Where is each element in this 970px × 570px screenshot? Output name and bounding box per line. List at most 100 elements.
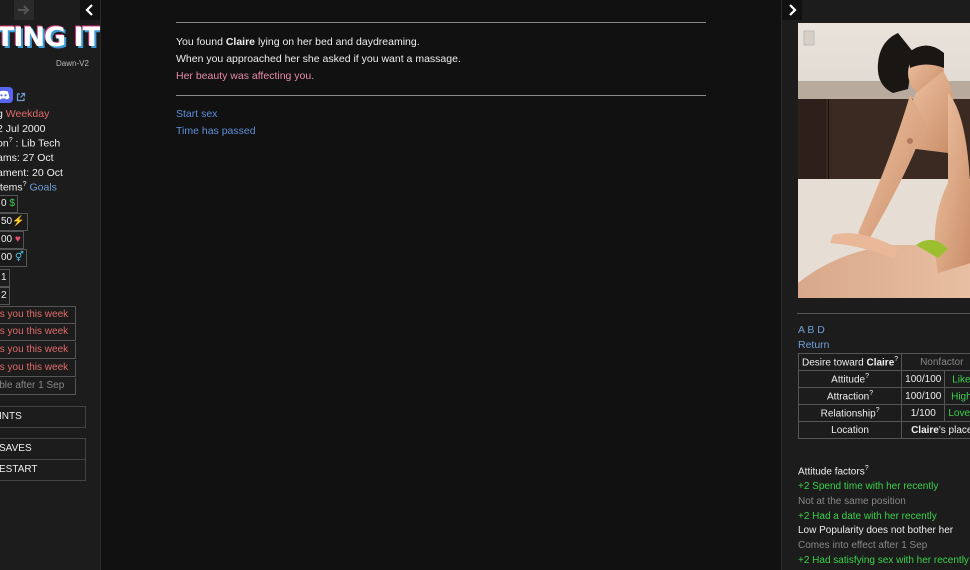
desire-label: Desire toward bbox=[802, 357, 867, 369]
chevron-left-icon bbox=[85, 4, 93, 16]
location-label: Location bbox=[797, 421, 903, 439]
libido-stat: 00 ⚥ bbox=[0, 249, 27, 267]
hints-button[interactable]: INTS bbox=[0, 406, 86, 428]
attitude-factor: Comes into effect after 1 Sep bbox=[798, 540, 928, 552]
weekday-prefix: g bbox=[0, 108, 3, 120]
relationship-status: Lovers bbox=[944, 404, 970, 422]
table-row: Location Claire's place bbox=[797, 421, 970, 439]
money-value: 0 bbox=[1, 198, 7, 209]
passage-divider-bottom bbox=[176, 95, 706, 96]
saves-button[interactable]: SAVES bbox=[0, 438, 86, 460]
external-link-icon[interactable] bbox=[16, 92, 26, 105]
counter-box-2: 2 bbox=[0, 287, 10, 305]
abd-links[interactable]: A B D bbox=[798, 324, 825, 336]
left-sidebar: TING IT Dawn-V2 g Weekday 2 Jul 2000 on?… bbox=[0, 0, 101, 570]
relationship-table: Desire toward Claire? Nonfactor Attitude… bbox=[797, 353, 970, 439]
dollar-icon: $ bbox=[9, 198, 15, 209]
story-line-2: When you approached her she asked if you… bbox=[176, 53, 461, 65]
items-help[interactable]: ? bbox=[23, 181, 27, 188]
attitude-value: 100/100 bbox=[901, 370, 946, 388]
attraction-value: 100/100 bbox=[901, 387, 946, 405]
passage-area bbox=[101, 0, 781, 570]
collapse-right-sidebar-button[interactable] bbox=[782, 0, 802, 20]
attitude-factor: Low Popularity does not bother her bbox=[798, 525, 954, 537]
items-line: Items? Goals bbox=[0, 181, 57, 194]
right-sidebar: A B D Return Desire toward Claire? Nonfa… bbox=[781, 0, 970, 570]
location-character-name: Claire bbox=[911, 424, 939, 436]
attitude-status: Like bbox=[952, 374, 970, 386]
game-version: Dawn-V2 bbox=[56, 59, 89, 68]
story-line-1: You found Claire lying on her bed and da… bbox=[176, 36, 420, 48]
attitude-factor: +2 Had a date with her recently bbox=[798, 510, 937, 522]
effect-row: sible after 1 Sep bbox=[0, 378, 76, 395]
energy-value: 50 bbox=[1, 216, 13, 227]
counter-box-1: 1 bbox=[0, 269, 10, 287]
desire-label-cell: Desire toward Claire? bbox=[797, 353, 903, 371]
location-line: on? : Lib Tech bbox=[0, 137, 60, 150]
story-text: You found bbox=[176, 36, 226, 48]
time-passed-link[interactable]: Time has passed bbox=[176, 125, 256, 137]
story-line-3: Her beauty was affecting you. bbox=[176, 70, 315, 82]
location-value-cell: Claire's place bbox=[901, 421, 970, 439]
weekday-line: g Weekday bbox=[0, 108, 49, 120]
desire-help[interactable]: ? bbox=[894, 356, 898, 363]
effect-row: cts you this week bbox=[0, 342, 76, 359]
attraction-status: High bbox=[951, 391, 970, 403]
exams-line: ams: 27 Oct bbox=[0, 152, 54, 164]
passage-divider-top bbox=[176, 22, 706, 23]
relationship-help[interactable]: ? bbox=[876, 407, 880, 414]
attitude-factors-title: Attitude factors? bbox=[798, 465, 869, 477]
health-value: 00 bbox=[1, 234, 13, 245]
saves-label: SAVES bbox=[0, 443, 32, 454]
effect-row: cts you this week bbox=[0, 360, 76, 377]
restart-button[interactable]: ESTART bbox=[0, 459, 86, 481]
heart-icon: ♥ bbox=[14, 234, 21, 245]
collapse-left-sidebar-button[interactable] bbox=[80, 0, 100, 20]
attitude-factor: +2 Had satisfying sex with her recently bbox=[798, 555, 969, 566]
discord-icon[interactable] bbox=[0, 87, 13, 103]
character-name: Claire bbox=[225, 36, 256, 48]
location-value: : Lib Tech bbox=[12, 137, 61, 150]
game-logo: TING IT bbox=[0, 22, 101, 53]
desire-character-name: Claire bbox=[866, 357, 895, 369]
health-stat: 00 ♥ bbox=[0, 231, 24, 249]
attraction-help[interactable]: ? bbox=[869, 390, 873, 397]
attitude-status-cell: Like? bbox=[944, 370, 970, 388]
return-link[interactable]: Return bbox=[798, 339, 830, 351]
location-suffix: 's place bbox=[938, 424, 970, 436]
items-link[interactable]: Items bbox=[0, 182, 23, 194]
attitude-factor: +2 Spend time with her recently bbox=[798, 481, 939, 492]
lightning-icon: ⚡ bbox=[12, 216, 25, 227]
attraction-label-cell: Attraction? bbox=[797, 387, 903, 405]
tournament-line: ament: 20 Oct bbox=[0, 167, 63, 179]
character-portrait bbox=[798, 23, 970, 298]
attraction-status-cell: High? bbox=[944, 387, 970, 405]
effect-row: cts you this week bbox=[0, 324, 76, 341]
table-row: Relationship? 1/100 Lovers bbox=[797, 404, 970, 422]
restart-label: ESTART bbox=[0, 464, 38, 475]
goals-link[interactable]: Goals bbox=[30, 182, 57, 194]
portrait-divider bbox=[797, 313, 970, 314]
table-row: Attitude? 100/100 Like? bbox=[797, 370, 970, 388]
relationship-label-cell: Relationship? bbox=[797, 404, 903, 422]
location-prefix: on bbox=[0, 137, 9, 150]
table-row: Attraction? 100/100 High? bbox=[797, 387, 970, 405]
factors-help[interactable]: ? bbox=[865, 465, 869, 472]
effect-row: cts you this week bbox=[0, 306, 76, 324]
start-sex-link[interactable]: Start sex bbox=[176, 108, 217, 120]
libido-value: 00 bbox=[1, 252, 13, 263]
factors-title-text: Attitude factors bbox=[798, 466, 865, 478]
desire-value: Nonfactor bbox=[901, 353, 970, 371]
forward-arrow-button[interactable] bbox=[14, 0, 34, 20]
attitude-label-cell: Attitude? bbox=[797, 370, 903, 388]
weekday-value: Weekday bbox=[5, 108, 50, 120]
gender-icon: ⚥ bbox=[14, 252, 24, 263]
hints-label: INTS bbox=[0, 411, 22, 422]
relationship-label: Relationship bbox=[820, 408, 876, 420]
attitude-label: Attitude bbox=[831, 374, 866, 386]
attitude-help[interactable]: ? bbox=[865, 373, 869, 380]
table-row: Desire toward Claire? Nonfactor bbox=[797, 353, 970, 371]
energy-stat: 50⚡ bbox=[0, 213, 28, 231]
relationship-value: 1/100 bbox=[901, 404, 946, 422]
arrow-right-icon bbox=[18, 5, 30, 15]
